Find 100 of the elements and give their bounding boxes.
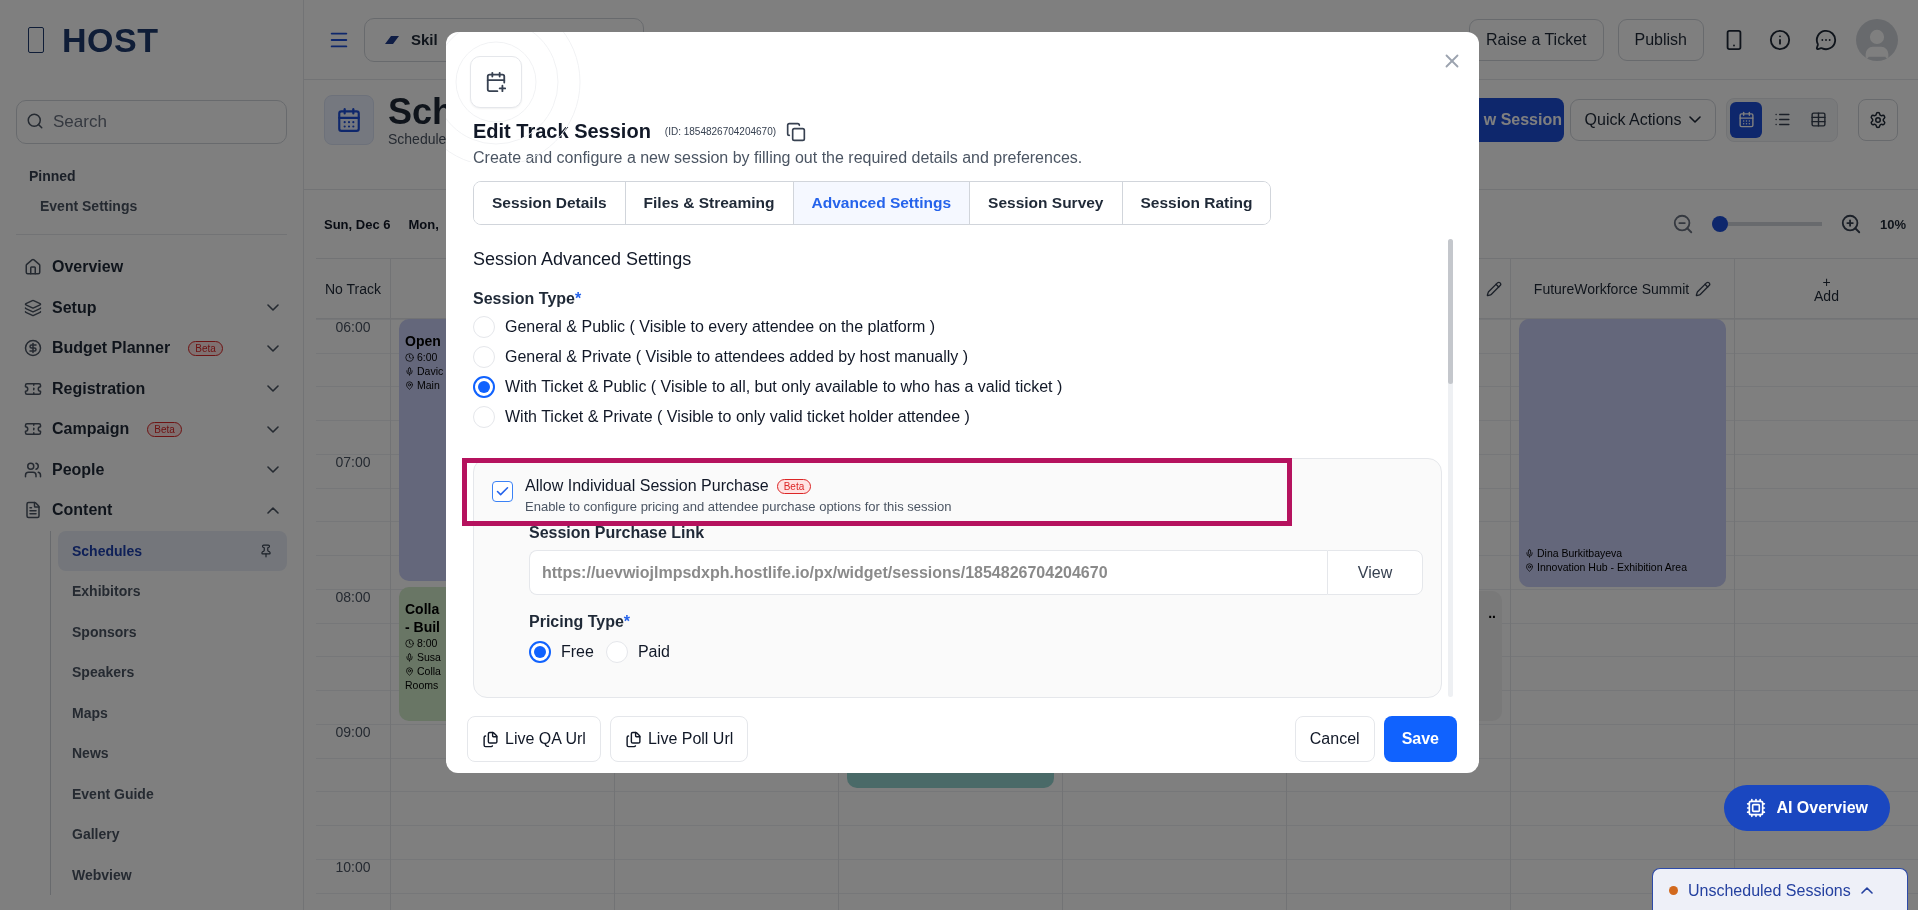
column-header: No Track	[316, 259, 390, 319]
event-logo-icon	[383, 33, 401, 46]
tab[interactable]: Advanced Settings	[792, 182, 970, 224]
session-location: Innovation Hub - Exhibition Area	[1537, 561, 1687, 573]
checkbox-description: Enable to configure pricing and attendee purchase options for this session	[525, 499, 952, 514]
copy-link-button[interactable]: Live Poll Url	[609, 716, 749, 762]
nav-item[interactable]: Campaign Beta	[16, 409, 287, 450]
chevron-down-icon	[267, 304, 279, 312]
logo-icon	[28, 27, 44, 53]
checkbox[interactable]	[492, 481, 513, 502]
session-time: 8:00	[417, 637, 438, 649]
radio-label: Paid	[637, 643, 670, 661]
radio-label: Free	[561, 643, 594, 661]
nav-item[interactable]: Overview	[16, 247, 287, 288]
chevron-down-icon	[267, 425, 279, 433]
day-tab[interactable]: Sun, Dec 6	[324, 216, 391, 232]
nav-subitem[interactable]: Event Guide	[58, 773, 287, 814]
session-title: ..	[1488, 605, 1496, 621]
pinned-item[interactable]: Event Settings	[40, 198, 287, 214]
time-label: 06:00	[334, 319, 372, 337]
day-tab[interactable]: Mon,	[408, 216, 439, 232]
nav-item[interactable]: Budget Planner Beta	[16, 328, 287, 369]
search-field[interactable]: Search	[16, 100, 287, 144]
pin-icon	[405, 666, 414, 676]
nav-subitem[interactable]: News	[58, 733, 287, 774]
beta-badge: Beta	[776, 478, 812, 494]
track-name: FutureWorkforce Summit	[1533, 280, 1690, 297]
field-label: Session Purchase Link	[529, 524, 706, 542]
session-location: Main	[417, 379, 440, 391]
radio-label: With Ticket & Private ( Visible to only valid ticket holder attendee )	[505, 408, 970, 426]
toolbar-button[interactable]: Raise a Ticket	[1469, 18, 1604, 61]
panel-title: Unscheduled Sessions	[1688, 881, 1851, 900]
add-track-button[interactable]: + Add	[1814, 274, 1839, 303]
zoom-reading: 10%	[1879, 216, 1906, 232]
time-label: 09:00	[334, 724, 372, 742]
layers-icon	[24, 298, 42, 317]
view-button[interactable]: View	[1327, 550, 1423, 595]
zoom-in-icon[interactable]	[1839, 213, 1862, 235]
session-location: Rooms	[405, 679, 439, 691]
nav-item[interactable]: Setup	[16, 287, 287, 328]
tab[interactable]: Session Rating	[1121, 182, 1271, 224]
field-label: Pricing Type*	[529, 613, 632, 631]
clock-icon	[405, 638, 414, 648]
zoom-out-icon[interactable]	[1671, 213, 1694, 235]
logo-text: HOST	[62, 20, 159, 60]
cancel-button[interactable]: Cancel	[1294, 716, 1375, 762]
chevron-down-icon	[1689, 116, 1702, 123]
radio-button[interactable]	[473, 376, 495, 398]
nav-item[interactable]: Content	[16, 490, 287, 531]
session-location: Colla	[417, 665, 441, 677]
session-title: - Buil	[405, 619, 440, 635]
calendar-plus-icon	[470, 56, 522, 108]
microphone-icon	[1525, 548, 1534, 558]
radio-label: General & Public ( Visible to every attendee on the platform )	[505, 318, 936, 336]
session-card[interactable]: Dina Burkitbayeva Innovation Hub - Exhibition Area	[1519, 319, 1726, 587]
copy-icon	[624, 730, 642, 748]
nav-subitem[interactable]: Maps	[58, 692, 287, 733]
chevron-up-icon	[1860, 887, 1873, 894]
session-title: Open	[405, 333, 441, 349]
nav-subitem[interactable]: Speakers	[58, 652, 287, 693]
radio-label: With Ticket & Public ( Visible to all, but only available to who has a valid ticket )	[505, 378, 1063, 396]
calendar-icon	[324, 94, 374, 145]
calendar-icon[interactable]	[1730, 101, 1762, 138]
nav-item[interactable]: People	[16, 449, 287, 490]
status-dot	[1669, 886, 1678, 895]
checkbox-label: Allow Individual Session Purchase	[525, 477, 769, 495]
field-label: Session Type*	[473, 290, 583, 308]
unscheduled-panel[interactable]: Unscheduled Sessions	[1652, 868, 1908, 910]
nav-subitem[interactable]: Schedules	[58, 530, 287, 571]
chip-icon	[1746, 798, 1767, 818]
radio-label: General & Private ( Visible to attendees added by host manually )	[505, 348, 969, 366]
microphone-icon	[405, 652, 414, 662]
session-speaker: Dina Burkitbayeva	[1537, 547, 1623, 559]
ai-overview-button[interactable]: AI Overview	[1724, 785, 1890, 831]
pin-icon	[1525, 562, 1534, 572]
quick-actions-button[interactable]: Quick Actions	[1570, 98, 1716, 141]
session-id: (ID: 1854826704204670)	[664, 126, 777, 137]
chevron-up-icon	[267, 506, 279, 514]
chevron-down-icon	[267, 466, 279, 474]
slider-thumb[interactable]	[1711, 216, 1728, 232]
save-button[interactable]: Save	[1383, 716, 1457, 762]
nav-subitem[interactable]: Sponsors	[58, 611, 287, 652]
time-label: 10:00	[334, 859, 372, 877]
people-icon	[24, 460, 42, 479]
pencil-icon[interactable]	[1695, 280, 1712, 297]
radio-button[interactable]	[529, 641, 551, 663]
dialog-subtitle: Create and configure a new session by filling out the required details and preferences.	[473, 149, 1084, 167]
nav-subitem[interactable]: Exhibitors	[58, 571, 287, 612]
session-speaker: Susa	[417, 651, 441, 663]
copy-icon[interactable]	[786, 121, 807, 142]
nav-subitem[interactable]: Gallery	[58, 814, 287, 855]
microphone-icon	[405, 366, 414, 376]
nav-subitem[interactable]: Webview	[58, 854, 287, 895]
session-speaker: Davic	[417, 365, 444, 377]
time-label: 07:00	[334, 454, 372, 472]
copy-link-button[interactable]: Live QA Url	[467, 716, 601, 762]
toolbar-button[interactable]: Publish	[1617, 18, 1704, 61]
settings-icon[interactable]	[1858, 98, 1898, 141]
nav-item[interactable]: Registration	[16, 368, 287, 409]
pencil-icon[interactable]	[1486, 280, 1502, 297]
